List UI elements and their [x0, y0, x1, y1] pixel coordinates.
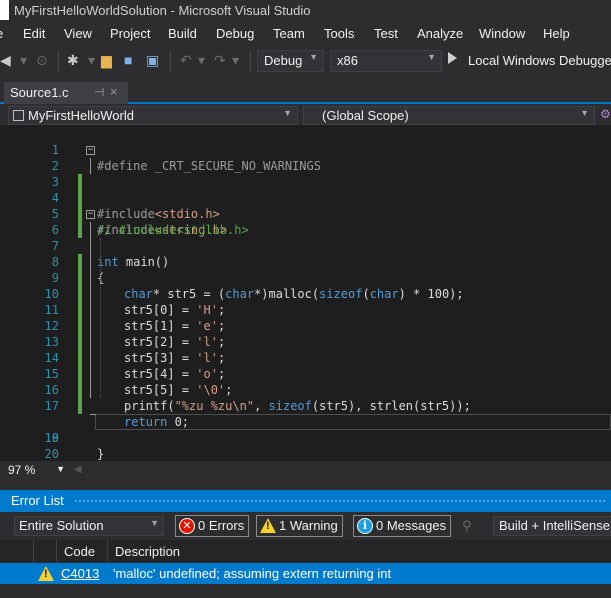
scope-select[interactable]: (Global Scope) ▼	[303, 106, 595, 125]
error-list-header[interactable]: Error List	[0, 490, 611, 512]
tab-label: Source1.c	[10, 85, 69, 100]
code-line: 1 #define _CRT_SECURE_NO_WARNINGS	[0, 126, 611, 173]
code-line: 11 str5[2] = 'l';	[0, 286, 611, 349]
errors-filter-button[interactable]: ✕ 0 Errors	[175, 515, 250, 537]
menu-edit[interactable]: Edit	[23, 26, 45, 41]
menu-help[interactable]: Help	[543, 26, 570, 41]
document-tab-bar: Source1.c ⊣ ×	[0, 82, 611, 104]
menu-tools[interactable]: Tools	[324, 26, 354, 41]
code-line: 2 − #include<stdio.h>	[0, 142, 611, 222]
code-line: 14 str5[5] = '\0';	[0, 334, 611, 397]
warning-icon: !	[260, 518, 276, 533]
chevron-down-icon: ▼	[427, 52, 436, 62]
menu-window[interactable]: Window	[479, 26, 525, 41]
configuration-select[interactable]: Debug ▼	[257, 50, 324, 72]
visual-studio-logo-icon	[0, 0, 9, 20]
code-editor[interactable]: 1 #define _CRT_SECURE_NO_WARNINGS 2 − #i…	[0, 125, 611, 461]
code-line: 7 {	[0, 222, 611, 285]
code-line: 17 return 0;	[0, 382, 611, 429]
close-icon[interactable]: ×	[110, 84, 118, 99]
code-line: 3 #include<string.h>	[0, 158, 611, 237]
error-icon: ✕	[179, 518, 195, 534]
dropdown-arrow-icon[interactable]: ▾	[232, 52, 239, 68]
title-bar: MyFirstHelloWorldSolution - Microsoft Vi…	[0, 0, 611, 22]
error-code-link[interactable]: C4013	[61, 566, 99, 581]
platform-select[interactable]: x86 ▼	[330, 50, 442, 72]
navigation-bar: MyFirstHelloWorld ▼ (Global Scope) ▼ ⚙	[0, 105, 611, 125]
warning-icon: !	[38, 566, 54, 581]
save-all-icon[interactable]: ▣	[146, 52, 159, 68]
scroll-left-icon[interactable]: ◀	[74, 464, 82, 475]
chevron-down-icon: ▼	[150, 518, 159, 528]
table-row[interactable]: ! C4013 'malloc' undefined; assuming ext…	[0, 563, 611, 584]
collapse-icon[interactable]: −	[86, 210, 95, 219]
code-line: 20	[0, 430, 611, 461]
member-icon[interactable]: ⚙	[600, 107, 611, 121]
start-debugging-icon[interactable]	[448, 52, 457, 64]
undo-icon[interactable]: ↶	[180, 52, 192, 68]
menu-debug[interactable]: Debug	[216, 26, 254, 41]
code-line: 6 − int main()	[0, 206, 611, 270]
drag-grip[interactable]	[75, 500, 605, 503]
info-icon: i	[357, 518, 373, 534]
window-title: MyFirstHelloWorldSolution - Microsoft Vi…	[14, 3, 311, 18]
project-select[interactable]: MyFirstHelloWorld ▼	[8, 106, 298, 125]
chevron-down-icon: ▼	[580, 108, 589, 118]
menu-file[interactable]: e	[0, 26, 3, 41]
code-line: 15 printf("%zu %zu\n", sizeof(str5), str…	[0, 350, 611, 413]
menu-view[interactable]: View	[64, 26, 92, 41]
chevron-down-icon: ▼	[283, 108, 292, 118]
redo-icon[interactable]: ↷	[214, 52, 226, 68]
error-description: 'malloc' undefined; assuming extern retu…	[113, 566, 392, 581]
chevron-down-icon: ▼	[56, 464, 65, 474]
code-line: 16	[0, 366, 611, 414]
menu-team[interactable]: Team	[273, 26, 305, 41]
menu-bar: e Edit View Project Build Debug Team Too…	[0, 23, 611, 45]
menu-test[interactable]: Test	[374, 26, 398, 41]
error-scope-select[interactable]: Entire Solution ▼	[14, 516, 164, 536]
code-line: 18 }	[0, 398, 611, 461]
messages-filter-button[interactable]: i 0 Messages	[353, 515, 452, 537]
code-line: 8 char* str5 = (char*)malloc(sizeof(char…	[0, 238, 611, 301]
code-line: 13 str5[4] = 'o';	[0, 318, 611, 381]
editor-status-bar: 97 % ▼ ◀	[0, 461, 611, 482]
dropdown-arrow-icon[interactable]: ▾	[20, 52, 27, 68]
code-line: 10 str5[1] = 'e';	[0, 270, 611, 333]
warnings-filter-button[interactable]: ! 1 Warning	[256, 515, 343, 537]
dropdown-arrow-icon[interactable]: ▾	[198, 52, 205, 68]
save-icon[interactable]: ■	[124, 52, 132, 68]
error-list-column-header: Code Description	[0, 540, 611, 562]
menu-build[interactable]: Build	[168, 26, 197, 41]
code-line: 12 str5[3] = 'l';	[0, 302, 611, 365]
zoom-select[interactable]: 97 % ▼	[4, 463, 68, 480]
standard-toolbar: ◀ ▾ ⊙ ✱ ▾ ▆ ■ ▣ ↶ ▾ ↷ ▾ Debug ▼ x86 ▼ Lo…	[0, 46, 611, 76]
pin-icon[interactable]: ⊣	[94, 85, 104, 99]
column-description[interactable]: Description	[115, 544, 180, 559]
project-icon	[13, 110, 24, 121]
column-code[interactable]: Code	[64, 544, 95, 559]
menu-project[interactable]: Project	[110, 26, 150, 41]
outline-guide	[90, 222, 91, 398]
open-file-icon[interactable]: ▆	[101, 52, 112, 68]
tab-source1-c[interactable]: Source1.c ⊣ ×	[4, 82, 128, 104]
collapse-icon[interactable]: −	[86, 146, 95, 155]
code-line: 4 // #include<stdlib.h>	[0, 174, 611, 237]
filter-icon[interactable]: ⚲	[462, 518, 472, 534]
start-debugging-button[interactable]: Local Windows Debugger	[468, 53, 611, 68]
error-list-toolbar: Entire Solution ▼ ✕ 0 Errors ! 1 Warning…	[0, 512, 611, 540]
navigate-back-icon[interactable]: ◀	[0, 52, 11, 68]
error-list-title: Error List	[11, 493, 64, 508]
chevron-down-icon: ▼	[309, 52, 318, 62]
navigate-forward-icon[interactable]: ⊙	[36, 52, 48, 68]
line-number: 20	[44, 447, 59, 461]
code-line: 5	[0, 190, 611, 238]
dropdown-arrow-icon[interactable]: ▾	[88, 52, 95, 68]
code-line: 9 str5[0] = 'H';	[0, 254, 611, 317]
build-intellisense-select[interactable]: Build + IntelliSense	[493, 516, 611, 536]
menu-analyze[interactable]: Analyze	[417, 26, 463, 41]
code-line: 19	[0, 414, 611, 445]
new-project-icon[interactable]: ✱	[67, 52, 79, 68]
